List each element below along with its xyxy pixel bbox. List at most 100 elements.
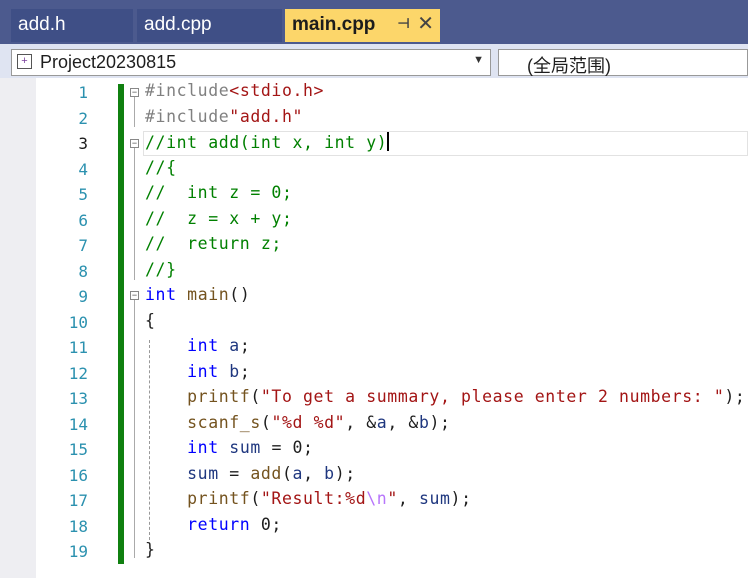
code-token: main <box>187 285 230 304</box>
code-text: // int z = 0; <box>145 183 292 202</box>
code-line[interactable]: 13 printf("To get a summary, please ente… <box>36 386 748 412</box>
code-line[interactable]: 5 // int z = 0; <box>36 182 748 208</box>
code-token: 0; <box>250 514 282 534</box>
code-token: ( <box>281 463 293 483</box>
tab-main-cpp[interactable]: main.cpp ⊣ ✕ <box>285 9 440 42</box>
code-token: ; <box>239 361 251 381</box>
code-token: ); <box>724 387 746 406</box>
code-token: <stdio.h> <box>229 81 325 100</box>
code-token: a <box>229 336 240 355</box>
code-token: b <box>324 463 335 483</box>
code-token: a <box>292 463 304 483</box>
code-token: sum <box>187 463 219 483</box>
code-line[interactable]: 11 int a; <box>36 335 748 361</box>
code-line[interactable]: 14 scanf_s("%d %d", &a, &b); <box>36 412 748 438</box>
code-token: ( <box>260 412 272 432</box>
code-token: ( <box>250 387 261 406</box>
line-number: 1 <box>78 83 88 102</box>
code-token: add <box>250 463 282 483</box>
code-token: ); <box>429 412 451 432</box>
code-text: scanf_s("%d %d", &a, &b); <box>145 413 451 432</box>
code-text: // z = x + y; <box>145 209 292 228</box>
code-token: ); <box>334 463 356 483</box>
code-token: // z = x + y; <box>145 208 293 228</box>
code-token: ; <box>239 336 251 355</box>
tab-label: main.cpp <box>292 14 376 35</box>
code-line[interactable]: 16 sum = add(a, b); <box>36 463 748 489</box>
code-line[interactable]: 1 #include<stdio.h> <box>36 80 748 106</box>
tab-label: add.cpp <box>144 14 212 35</box>
tab-add-h[interactable]: add.h <box>11 9 133 42</box>
code-text: int b; <box>145 362 250 381</box>
code-line[interactable]: 10 { <box>36 310 748 336</box>
code-line[interactable]: 8 //} <box>36 259 748 285</box>
close-icon[interactable]: ✕ <box>417 11 434 36</box>
line-number: 12 <box>68 363 88 383</box>
code-token: printf <box>187 387 251 406</box>
code-text: sum = add(a, b); <box>145 464 356 483</box>
code-token: } <box>145 540 156 559</box>
code-text: // return z; <box>145 234 282 253</box>
code-token: int <box>145 285 177 304</box>
line-number: 14 <box>68 414 88 434</box>
code-text: return 0; <box>145 515 282 534</box>
code-token: "add.h" <box>229 106 304 126</box>
code-token: printf <box>187 489 251 508</box>
line-number: 2 <box>78 108 88 128</box>
text-caret <box>387 132 390 151</box>
tab-bar: add.h add.cpp main.cpp ⊣ ✕ <box>0 0 748 44</box>
code-line[interactable]: 7 // return z; <box>36 233 748 259</box>
code-text: printf("To get a summary, please enter 2… <box>145 387 745 406</box>
scope-dropdown[interactable]: (全局范围) <box>498 49 748 76</box>
code-line[interactable]: 19} <box>36 539 748 565</box>
project-icon: + <box>17 54 32 69</box>
pin-icon[interactable]: ⊣ <box>397 15 410 32</box>
tab-add-cpp[interactable]: add.cpp <box>137 9 282 42</box>
code-line[interactable]: 4 //{ <box>36 157 748 183</box>
code-token: //{ <box>145 157 177 177</box>
code-text: int main() <box>145 285 250 304</box>
code-line[interactable]: 18 return 0; <box>36 514 748 540</box>
code-line[interactable]: 3 //int add(int x, int y) <box>36 131 748 157</box>
line-number: 11 <box>68 338 88 357</box>
code-line[interactable]: 2 #include"add.h" <box>36 106 748 132</box>
code-token: , <box>303 463 325 483</box>
code-text: //int add(int x, int y) <box>145 132 390 152</box>
code-text: #include"add.h" <box>145 107 303 126</box>
code-line[interactable]: 12 int b; <box>36 361 748 387</box>
code-editor[interactable]: − − − 1 #include<stdio.h> 2 #include"add.h"… <box>36 78 748 578</box>
code-token: ( <box>250 489 261 508</box>
chevron-down-icon: ▼ <box>473 54 484 66</box>
code-text: int sum = 0; <box>145 438 314 457</box>
code-line[interactable]: 17 printf("Result:%d\n", sum); <box>36 488 748 514</box>
code-line[interactable]: 9 int main() <box>36 284 748 310</box>
code-text: #include<stdio.h> <box>145 81 324 100</box>
line-number: 10 <box>68 312 88 332</box>
code-text: printf("Result:%d\n", sum); <box>145 489 472 508</box>
line-number: 5 <box>78 185 88 204</box>
code-token: //int add(int x, int y) <box>145 133 388 152</box>
code-token: = 0; <box>260 438 314 457</box>
code-line[interactable]: 15 int sum = 0; <box>36 437 748 463</box>
code-token: , & <box>345 412 377 432</box>
line-number: 4 <box>78 159 88 179</box>
project-dropdown[interactable]: + Project20230815 ▼ <box>11 49 491 76</box>
scope-label: (全局范围) <box>527 56 611 76</box>
code-text: int a; <box>145 336 250 355</box>
code-token: { <box>145 310 156 330</box>
code-token: scanf_s <box>187 412 261 432</box>
code-line[interactable]: 6 // z = x + y; <box>36 208 748 234</box>
code-text: //{ <box>145 158 177 177</box>
code-text: { <box>145 311 156 330</box>
code-token: ); <box>450 489 472 508</box>
code-token: "Result:%d <box>260 489 367 508</box>
